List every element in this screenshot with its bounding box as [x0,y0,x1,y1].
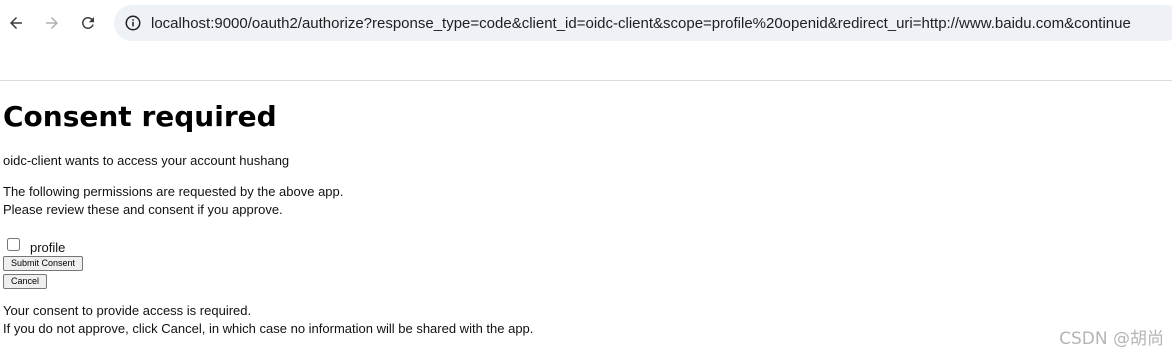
page-title: Consent required [3,100,277,133]
address-bar[interactable]: localhost:9000/oauth2/authorize?response… [114,5,1172,41]
reload-icon [81,16,94,29]
consent-notice: Your consent to provide access is requir… [3,302,1153,338]
url-text[interactable]: localhost:9000/oauth2/authorize?response… [151,15,1131,32]
reload-button[interactable] [74,9,102,37]
scope-profile-checkbox[interactable] [7,237,20,251]
cancel-button[interactable]: Cancel [3,274,48,289]
consent-page: Consent required oidc-client wants to ac… [3,96,1153,338]
consent-notice-line-1: Your consent to provide access is requir… [3,303,252,318]
submit-consent-button[interactable]: Submit Consent [3,256,84,271]
permissions-intro-line-1: The following permissions are requested … [3,184,344,199]
permissions-intro-line-2: Please review these and consent if you a… [3,202,283,217]
scope-profile-row: profile [3,234,1153,255]
browser-toolbar: localhost:9000/oauth2/authorize?response… [0,0,1172,46]
permissions-intro: The following permissions are requested … [3,183,1153,219]
toolbar-divider [0,80,1172,81]
watermark: CSDN @胡尚 [1059,329,1164,349]
site-info-button[interactable] [118,8,148,38]
back-button[interactable] [2,9,30,37]
scope-profile-label[interactable]: profile [30,234,65,255]
forward-button[interactable] [38,9,66,37]
client-access-text: oidc-client wants to access your account… [3,153,290,168]
arrow-right-icon [46,17,58,29]
arrow-left-icon [10,17,22,29]
info-icon [125,15,141,31]
consent-notice-line-2: If you do not approve, click Cancel, in … [3,321,534,336]
